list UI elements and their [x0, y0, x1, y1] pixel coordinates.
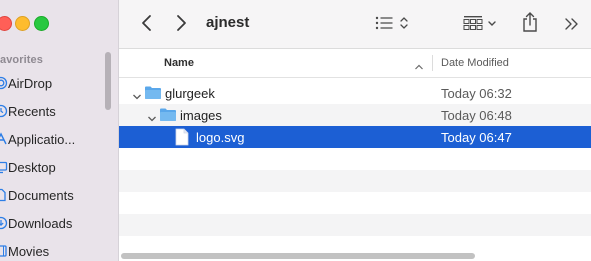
- back-button[interactable]: [137, 12, 157, 34]
- chevron-left-icon: [142, 15, 151, 31]
- window-title: ajnest: [206, 14, 250, 31]
- zoom-window-button[interactable]: [34, 16, 49, 31]
- empty-row: [119, 170, 591, 192]
- airdrop-icon: [0, 76, 8, 90]
- date-modified: Today 06:47: [441, 130, 512, 145]
- sidebar-scrollbar[interactable]: [105, 52, 111, 110]
- sidebar-item-label: Applicatio...: [8, 131, 76, 147]
- sidebar-item-documents[interactable]: Documents: [0, 184, 74, 206]
- document-icon: [0, 188, 8, 202]
- sidebar-item-label: Recents: [8, 103, 56, 119]
- date-modified: Today 06:32: [441, 86, 512, 101]
- applications-icon: [0, 132, 8, 146]
- sidebar-item-recents[interactable]: Recents: [0, 100, 56, 122]
- sidebar-item-airdrop[interactable]: AirDrop: [0, 72, 52, 94]
- file-name: glurgeek: [165, 86, 215, 101]
- sidebar-item-label: Desktop: [8, 159, 56, 175]
- desktop-icon: [0, 160, 8, 174]
- column-divider[interactable]: [432, 55, 433, 71]
- group-button[interactable]: [463, 13, 501, 33]
- sidebar-item-desktop[interactable]: Desktop: [0, 156, 56, 178]
- view-options-button[interactable]: [373, 13, 413, 33]
- column-header-name[interactable]: Name: [164, 57, 194, 69]
- download-icon: [0, 216, 8, 230]
- sidebar-item-movies[interactable]: Movies: [0, 240, 49, 261]
- horizontal-scrollbar[interactable]: [121, 253, 475, 259]
- sidebar-item-label: AirDrop: [8, 75, 53, 91]
- sidebar-item-downloads[interactable]: Downloads: [0, 212, 72, 234]
- minimize-window-button[interactable]: [15, 16, 30, 31]
- date-modified: Today 06:48: [441, 108, 512, 123]
- share-icon: [523, 12, 537, 32]
- grid-icon: [463, 16, 496, 30]
- sidebar-item-label: Downloads: [8, 215, 73, 231]
- forward-button[interactable]: [171, 12, 191, 34]
- table-row[interactable]: glurgeek Today 06:32: [119, 82, 591, 104]
- clock-icon: [0, 104, 8, 118]
- empty-row: [119, 214, 591, 236]
- file-list: Name Date Modified glurgeek Today 06:32 …: [119, 49, 591, 261]
- sidebar-item-applications[interactable]: Applicatio...: [0, 128, 75, 150]
- sidebar-item-label: Documents: [8, 187, 74, 203]
- table-row[interactable]: images Today 06:48: [119, 104, 591, 126]
- list-view-icon: [375, 16, 408, 30]
- folder-icon: [144, 85, 162, 105]
- column-header: Name Date Modified: [119, 49, 591, 78]
- empty-row: [119, 192, 591, 214]
- more-toolbar-items-button[interactable]: [563, 14, 581, 34]
- film-icon: [0, 244, 8, 258]
- share-button[interactable]: [519, 10, 541, 34]
- sort-ascending-icon[interactable]: [414, 58, 424, 76]
- table-row-selected[interactable]: logo.svg Today 06:47: [119, 126, 591, 148]
- file-name: logo.svg: [196, 130, 245, 145]
- sidebar-section-favorites: avorites: [0, 54, 43, 66]
- sidebar: avorites AirDrop Recents Applicatio... D…: [0, 0, 119, 261]
- folder-icon: [159, 107, 177, 127]
- sidebar-item-label: Movies: [8, 243, 50, 259]
- toolbar: ajnest: [119, 0, 591, 49]
- column-header-date-modified[interactable]: Date Modified: [441, 57, 509, 69]
- chevron-right-icon: [177, 15, 186, 31]
- file-name: images: [180, 108, 222, 123]
- empty-row: [119, 148, 591, 170]
- double-chevron-right-icon: [565, 18, 578, 30]
- close-window-button[interactable]: [0, 16, 12, 31]
